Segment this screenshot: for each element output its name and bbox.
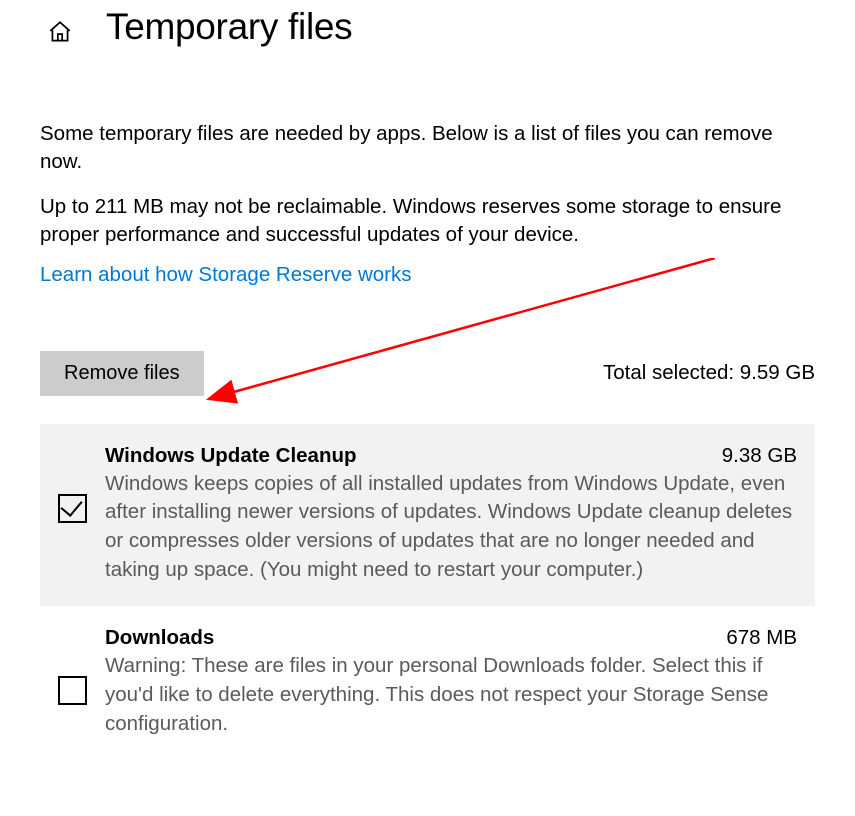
list-item[interactable]: Downloads 678 MB Warning: These are file…: [40, 606, 815, 760]
item-description: Warning: These are files in your persona…: [105, 652, 797, 738]
total-selected-label: Total selected: 9.59 GB: [603, 361, 815, 385]
item-description: Windows keeps copies of all installed up…: [105, 470, 797, 585]
page-title: Temporary files: [106, 6, 352, 48]
checkbox-downloads[interactable]: [58, 676, 87, 705]
item-title: Downloads: [105, 626, 214, 650]
remove-files-button[interactable]: Remove files: [40, 351, 204, 396]
intro-text-1: Some temporary files are needed by apps.…: [40, 120, 815, 175]
list-item[interactable]: Windows Update Cleanup 9.38 GB Windows k…: [40, 424, 815, 607]
storage-reserve-link[interactable]: Learn about how Storage Reserve works: [40, 263, 411, 287]
item-size: 9.38 GB: [722, 444, 797, 468]
item-title: Windows Update Cleanup: [105, 444, 357, 468]
checkbox-windows-update-cleanup[interactable]: [58, 494, 87, 523]
home-icon[interactable]: [46, 18, 74, 46]
intro-text-2: Up to 211 MB may not be reclaimable. Win…: [40, 193, 815, 248]
item-size: 678 MB: [726, 626, 797, 650]
